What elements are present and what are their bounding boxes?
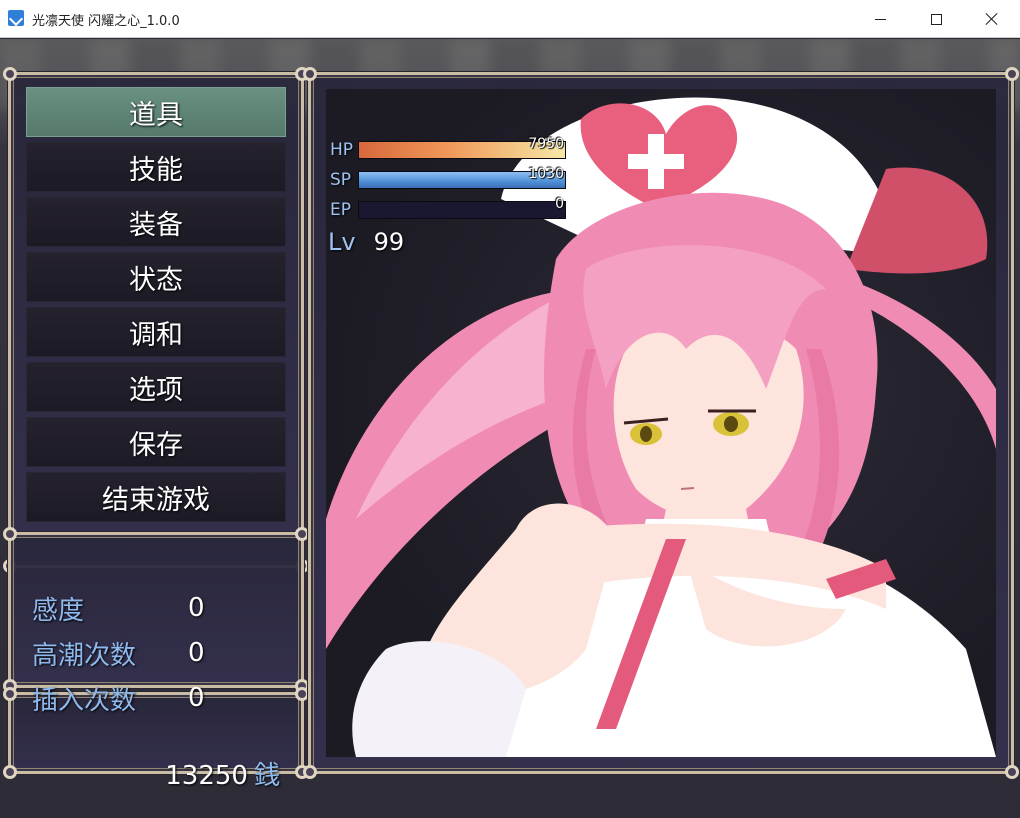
sp-gauge: SP 1030 — [330, 166, 566, 191]
stat-value: 0 — [188, 593, 205, 623]
menu-item-blend[interactable]: 调和 — [26, 307, 286, 357]
menu-item-items[interactable]: 道具 — [26, 87, 286, 137]
minimize-icon — [874, 18, 886, 20]
menu-item-equipment[interactable]: 装备 — [26, 197, 286, 247]
stat-row: 高潮次数 0 — [32, 633, 205, 673]
window-title: 光凛天使 闪耀之心_1.0.0 — [32, 14, 180, 29]
gauge-label: EP — [330, 200, 351, 220]
stat-value: 0 — [188, 638, 205, 668]
gauge-value: 7950 — [528, 136, 564, 152]
menu-item-save[interactable]: 保存 — [26, 417, 286, 467]
level-display: Lv 99 — [328, 228, 404, 256]
stat-row: 插入次数 0 — [32, 678, 205, 718]
level-label: Lv — [328, 228, 356, 256]
stat-label: 感度 — [32, 595, 85, 626]
gold-amount: 13250 — [165, 761, 248, 791]
gauge-label: HP — [330, 140, 354, 160]
menu-item-status[interactable]: 状态 — [26, 252, 286, 302]
menu-item-skills[interactable]: 技能 — [26, 142, 286, 192]
hp-gauge: HP 7950 — [330, 136, 566, 161]
gauge-value: 1030 — [528, 166, 564, 182]
maximize-button[interactable] — [908, 0, 964, 38]
gauge-value: 0 — [555, 196, 564, 212]
stat-value: 0 — [188, 683, 205, 713]
stat-label: 高潮次数 — [32, 640, 137, 671]
minimize-button[interactable] — [852, 0, 908, 38]
gold-unit: 銭 — [253, 761, 280, 791]
window-titlebar: 光凛天使 闪耀之心_1.0.0 — [0, 0, 1020, 38]
level-value: 99 — [373, 228, 405, 256]
menu-item-game-end[interactable]: 结束游戏 — [26, 472, 286, 522]
app-icon — [8, 10, 24, 26]
command-list: 道具 技能 装备 状态 调和 选项 保存 结束游戏 — [26, 87, 286, 527]
close-button[interactable] — [964, 0, 1020, 38]
gauge-bar: 1030 — [358, 166, 566, 189]
gauge-label: SP — [330, 170, 352, 190]
menu-item-options[interactable]: 选项 — [26, 362, 286, 412]
stat-row: 感度 0 — [32, 588, 205, 628]
gauge-bar: 0 — [358, 196, 566, 219]
gauge-bar: 7950 — [358, 136, 566, 159]
maximize-icon — [930, 13, 942, 25]
ep-gauge: EP 0 — [330, 196, 566, 221]
gold-display: 13250 銭 — [160, 755, 280, 792]
close-icon — [985, 12, 999, 26]
stat-label: 插入次数 — [32, 685, 137, 716]
